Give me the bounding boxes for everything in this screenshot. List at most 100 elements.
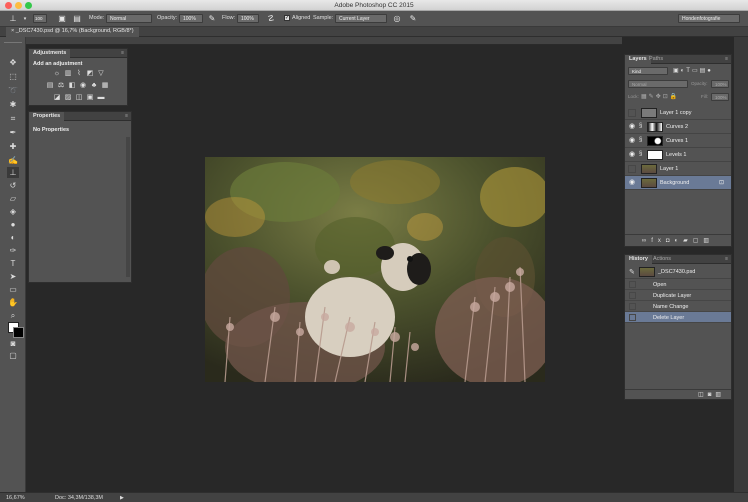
- type-tool-icon[interactable]: T: [7, 258, 19, 269]
- brush-tool-icon[interactable]: ✍: [7, 155, 19, 166]
- tab-actions[interactable]: Actions: [649, 255, 675, 264]
- layer-row[interactable]: Layer 1 copy: [625, 106, 731, 120]
- hue-saturation-icon[interactable]: ▤: [46, 82, 54, 89]
- ignore-adjustment-layers-icon[interactable]: ◎: [392, 14, 402, 24]
- new-group-icon[interactable]: ▰: [683, 238, 693, 244]
- eye-icon[interactable]: ◉: [628, 123, 636, 131]
- quick-selection-tool-icon[interactable]: ✱: [7, 99, 19, 110]
- eraser-tool-icon[interactable]: ▱: [7, 193, 19, 204]
- layer-name[interactable]: Layer 1: [660, 166, 678, 172]
- exposure-icon[interactable]: ◩: [86, 70, 94, 77]
- toolbar-grip[interactable]: [4, 39, 22, 43]
- visibility-toggle[interactable]: [628, 165, 636, 173]
- zoom-level[interactable]: 16,67%: [6, 495, 25, 501]
- history-brush-tool-icon[interactable]: ↺: [7, 180, 19, 191]
- layer-opacity-field[interactable]: 100%: [711, 80, 729, 88]
- blur-tool-icon[interactable]: ●: [7, 219, 19, 230]
- photo-filter-icon[interactable]: ◉: [79, 82, 87, 89]
- brightness-contrast-icon[interactable]: ☼: [53, 70, 61, 77]
- marquee-tool-icon[interactable]: ⬚: [7, 71, 19, 82]
- new-adjustment-icon[interactable]: ◐: [674, 238, 683, 244]
- pressure-size-icon[interactable]: ✎: [408, 14, 418, 24]
- history-source-box[interactable]: [629, 292, 636, 299]
- layer-row[interactable]: ◉ § Levels 1: [625, 148, 731, 162]
- layer-row[interactable]: ◉ § Curves 1: [625, 134, 731, 148]
- eye-icon[interactable]: ◉: [628, 137, 636, 145]
- link-layers-icon[interactable]: ∞: [642, 238, 651, 244]
- tab-properties[interactable]: Properties: [29, 112, 65, 121]
- posterize-icon[interactable]: ▨: [64, 94, 72, 101]
- layer-row[interactable]: ◉ Background ⊡: [625, 176, 731, 190]
- tab-history[interactable]: History: [625, 255, 652, 264]
- crop-tool-icon[interactable]: ⌗: [7, 113, 19, 124]
- gradient-map-icon[interactable]: ▬: [97, 94, 105, 101]
- aligned-checkbox[interactable]: ✓: [284, 15, 290, 21]
- toggle-clone-source-icon[interactable]: ▤: [72, 14, 82, 24]
- dodge-tool-icon[interactable]: ◐: [7, 232, 19, 243]
- rectangle-tool-icon[interactable]: ▭: [7, 284, 19, 295]
- layer-row[interactable]: ◉ § Curves 2: [625, 120, 731, 134]
- panel-menu-icon[interactable]: ≡: [725, 256, 728, 262]
- selective-color-icon[interactable]: ▣: [86, 94, 94, 101]
- document-tab[interactable]: × _DSC7430.psd @ 16,7% (Background, RGB/…: [6, 27, 139, 37]
- horizontal-ruler[interactable]: [26, 37, 622, 45]
- history-source-box[interactable]: [629, 303, 636, 310]
- opacity-field[interactable]: 100%: [179, 14, 203, 23]
- history-item[interactable]: Name Change: [625, 301, 731, 312]
- fill-field[interactable]: 100%: [711, 93, 729, 101]
- brush-size-picker[interactable]: 100: [33, 14, 47, 23]
- pen-tool-icon[interactable]: ✑: [7, 245, 19, 256]
- sample-dropdown[interactable]: Current Layer: [335, 14, 387, 23]
- move-tool-icon[interactable]: ✥: [7, 57, 19, 68]
- delete-layer-icon[interactable]: ▥: [703, 238, 714, 244]
- new-layer-icon[interactable]: ▢: [693, 238, 704, 244]
- quick-mask-icon[interactable]: ◙: [7, 338, 19, 349]
- curves-icon[interactable]: ⌇: [75, 70, 83, 77]
- workspace-switcher[interactable]: Hondenfotografie: [678, 14, 740, 23]
- flow-field[interactable]: 100%: [237, 14, 259, 23]
- hand-tool-icon[interactable]: ✋: [7, 297, 19, 308]
- clone-stamp-tool-icon[interactable]: ⊥: [8, 14, 18, 24]
- levels-icon[interactable]: ▥: [64, 70, 72, 77]
- layer-name[interactable]: Curves 1: [666, 138, 688, 144]
- layer-row[interactable]: Layer 1: [625, 162, 731, 176]
- channel-mixer-icon[interactable]: ♣: [90, 82, 98, 89]
- paint-bucket-tool-icon[interactable]: ◈: [7, 206, 19, 217]
- snapshot-row[interactable]: ✎ _DSC7430.psd: [625, 265, 731, 279]
- airbrush-icon[interactable]: ☡: [266, 14, 276, 24]
- black-white-icon[interactable]: ◧: [68, 82, 76, 89]
- document-canvas[interactable]: [205, 157, 545, 382]
- tool-preset-chevron-icon[interactable]: ▾: [20, 14, 30, 24]
- panel-menu-icon[interactable]: ≡: [725, 56, 728, 62]
- tab-adjustments[interactable]: Adjustments: [29, 49, 71, 58]
- panel-menu-icon[interactable]: ≡: [125, 113, 128, 119]
- status-menu-arrow-icon[interactable]: ▶: [120, 495, 124, 501]
- vibrance-icon[interactable]: ▽: [97, 70, 105, 77]
- layer-filter-icons[interactable]: ▣◐T▭▤●: [673, 67, 729, 75]
- eye-icon[interactable]: ◉: [628, 179, 636, 187]
- blend-mode-dropdown[interactable]: Normal: [628, 80, 688, 88]
- visibility-toggle[interactable]: [628, 109, 636, 117]
- properties-scrollbar[interactable]: [126, 137, 130, 277]
- background-color-swatch[interactable]: [13, 327, 24, 338]
- clone-stamp-tool-button-icon[interactable]: ⊥: [7, 167, 19, 178]
- mode-dropdown[interactable]: Normal: [106, 14, 152, 23]
- layer-name[interactable]: Background: [660, 180, 689, 186]
- threshold-icon[interactable]: ◫: [75, 94, 83, 101]
- lock-icons[interactable]: ▦✎✥⊡🔒: [641, 93, 679, 100]
- pressure-opacity-icon[interactable]: ✎: [207, 14, 217, 24]
- layer-name[interactable]: Layer 1 copy: [660, 110, 692, 116]
- color-lookup-icon[interactable]: ▦: [101, 82, 109, 89]
- toggle-brush-panel-icon[interactable]: ▣: [57, 14, 67, 24]
- delete-state-icon[interactable]: ▥: [715, 392, 725, 398]
- history-source-box[interactable]: [629, 281, 636, 288]
- layer-name[interactable]: Levels 1: [666, 152, 687, 158]
- history-item[interactable]: Open: [625, 279, 731, 290]
- history-item[interactable]: Duplicate Layer: [625, 290, 731, 301]
- healing-brush-tool-icon[interactable]: ✚: [7, 141, 19, 152]
- new-document-from-state-icon[interactable]: ◫: [698, 392, 708, 398]
- eye-icon[interactable]: ◉: [628, 151, 636, 159]
- color-balance-icon[interactable]: ⚖: [57, 82, 65, 89]
- path-selection-tool-icon[interactable]: ➤: [7, 271, 19, 282]
- history-brush-source-icon[interactable]: ✎: [629, 268, 635, 276]
